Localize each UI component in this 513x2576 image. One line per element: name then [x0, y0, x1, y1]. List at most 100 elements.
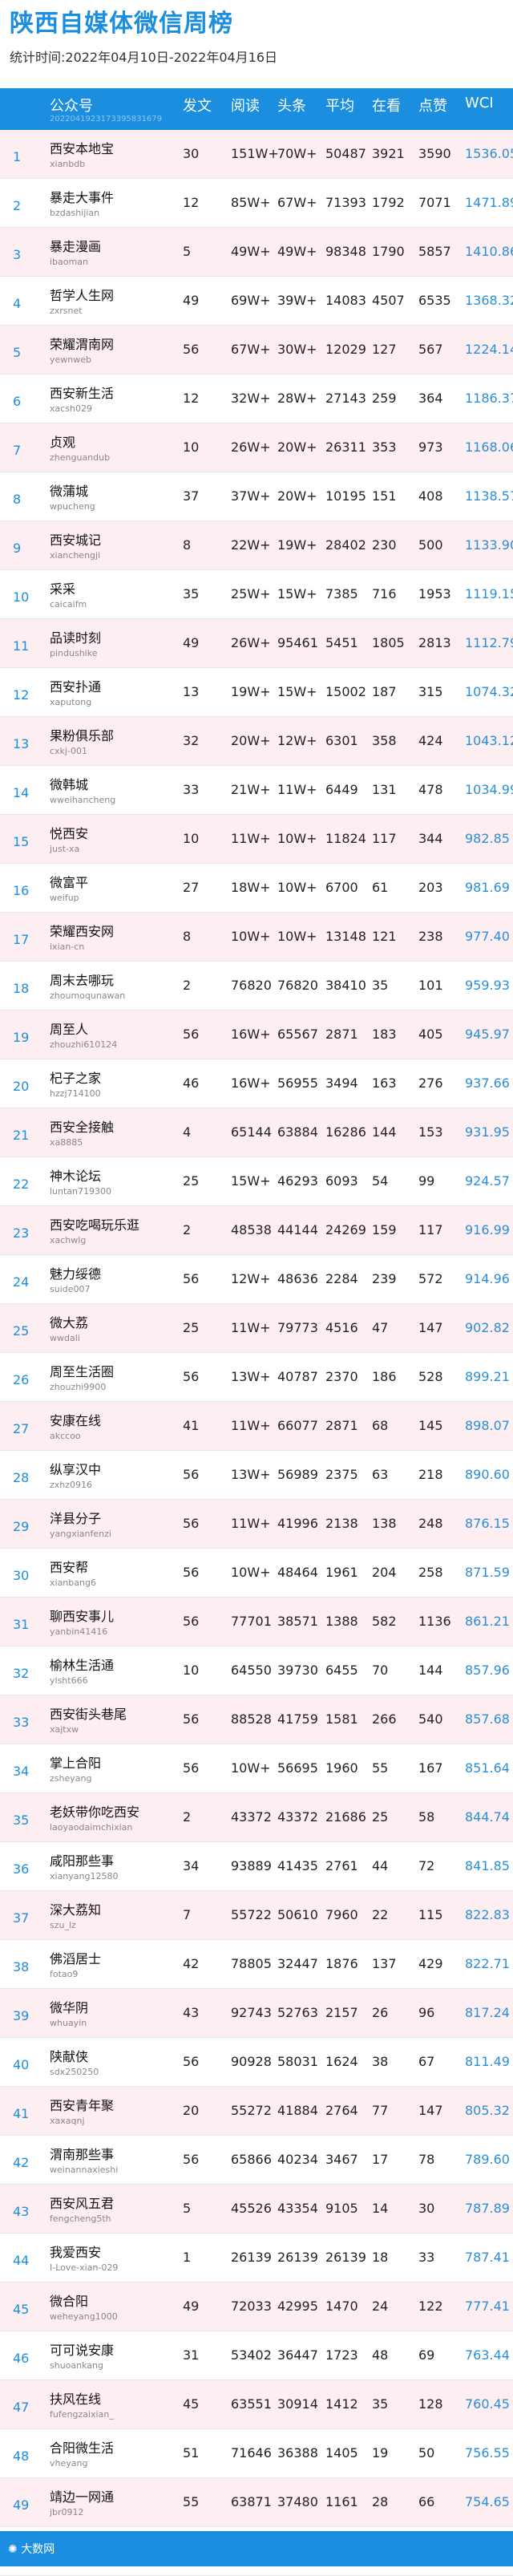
- average-cell: 15002: [325, 684, 366, 699]
- header-posts: 发文: [183, 98, 212, 115]
- rank-cell: 21: [13, 1128, 30, 1143]
- reads-cell: 43372: [231, 1809, 272, 1825]
- reads-cell: 72033: [231, 2299, 272, 2314]
- average-cell: 11824: [325, 831, 366, 846]
- reads-cell: 45526: [231, 2201, 272, 2216]
- headline-cell: 46293: [277, 1173, 318, 1189]
- table-body: 1 西安本地宝 xianbdb 30 151W+ 70W+ 50487 3921 3590 153…: [0, 130, 513, 2576]
- account-name: 我爱西安: [50, 2245, 102, 2260]
- watching-cell: 70: [372, 1663, 389, 1678]
- likes-cell: 122: [418, 2299, 443, 2314]
- rank-cell: 32: [13, 1666, 30, 1681]
- watching-cell: 138: [372, 1516, 397, 1531]
- rank-cell: 8: [13, 492, 22, 507]
- likes-cell: 115: [418, 1907, 443, 1922]
- reads-cell: 10W+: [231, 1565, 271, 1580]
- reads-cell: 90928: [231, 2054, 272, 2069]
- posts-cell: 32: [183, 733, 200, 748]
- likes-cell: 5857: [418, 244, 451, 259]
- headline-cell: 19W+: [277, 537, 317, 553]
- rank-cell: 23: [13, 1225, 30, 1241]
- reads-cell: 65866: [231, 2152, 272, 2167]
- account-name: 微韩城: [50, 777, 89, 792]
- average-cell: 6449: [325, 782, 358, 797]
- headline-cell: 15W+: [277, 684, 317, 699]
- watching-cell: 358: [372, 733, 397, 748]
- headline-cell: 44144: [277, 1222, 318, 1237]
- average-cell: 98348: [325, 244, 366, 259]
- account-id: xianyang12580: [50, 1871, 119, 1881]
- average-cell: 3467: [325, 2152, 358, 2167]
- wci-cell: 844.74: [465, 1809, 510, 1825]
- account-name: 西安街头巷尾: [50, 1707, 127, 1722]
- likes-cell: 276: [418, 1075, 443, 1091]
- likes-cell: 238: [418, 929, 443, 944]
- table-row: 46 可可说安康 shuoankang 31 53402 36447 1723 48 69 763…: [0, 2331, 513, 2380]
- reads-cell: 15W+: [231, 1173, 271, 1189]
- watching-cell: 716: [372, 586, 397, 601]
- rank-cell: 2: [13, 198, 22, 213]
- table-row: 5 荣耀渭南网 yewnweb 56 67W+ 30W+ 12029 127 567 1224.1…: [0, 326, 513, 375]
- likes-cell: 218: [418, 1467, 443, 1482]
- rank-cell: 15: [13, 834, 30, 849]
- table-row: 40 陕献侠 sdx250250 56 90928 58031 1624 38 67 811.49: [0, 2038, 513, 2087]
- rank-cell: 37: [13, 1910, 30, 1926]
- wci-cell: 890.60: [465, 1467, 510, 1482]
- table-row: 44 我爱西安 I-Love-xian-029 1 26139 26139 26139 18 3…: [0, 2234, 513, 2282]
- headline-cell: 26139: [277, 2250, 318, 2265]
- reads-cell: 93889: [231, 1858, 272, 1873]
- reads-cell: 22W+: [231, 537, 271, 553]
- account-id: ibaoman: [50, 257, 88, 267]
- table-row: 21 西安全接触 xa8885 4 65144 63884 16286 144 153 931.9…: [0, 1108, 513, 1157]
- reads-cell: 92743: [231, 2005, 272, 2020]
- table-row: 7 贞观 zhenguandub 10 26W+ 20W+ 26311 353 973 1168.…: [0, 423, 513, 472]
- likes-cell: 72: [418, 1858, 435, 1873]
- account-id: suide007: [50, 1284, 91, 1294]
- reads-cell: 48538: [231, 1222, 272, 1237]
- average-cell: 1624: [325, 2054, 358, 2069]
- headline-cell: 38571: [277, 1614, 318, 1629]
- account-id: weheyang1000: [50, 2311, 118, 2322]
- wci-cell: 924.57: [465, 1173, 510, 1189]
- account-name: 果粉俱乐部: [50, 728, 115, 743]
- watching-cell: 38: [372, 2054, 389, 2069]
- account-id: zsheyang: [50, 1773, 92, 1784]
- likes-cell: 572: [418, 1271, 443, 1286]
- wci-cell: 787.41: [465, 2250, 510, 2265]
- watching-cell: 18: [372, 2250, 389, 2265]
- watching-cell: 22: [372, 1907, 389, 1922]
- average-cell: 7960: [325, 1907, 358, 1922]
- average-cell: 2871: [325, 1418, 358, 1433]
- rank-cell: 33: [13, 1715, 30, 1730]
- account-id: caicaifm: [50, 599, 87, 610]
- wci-cell: 982.85: [465, 831, 510, 846]
- wci-cell: 857.68: [465, 1711, 510, 1727]
- account-id: jbr0912: [50, 2507, 84, 2517]
- average-cell: 71393: [325, 195, 366, 210]
- account-name: 咸阳那些事: [50, 1853, 115, 1869]
- reads-cell: 78805: [231, 1956, 272, 1971]
- logo-text: 大数网: [21, 2543, 55, 2556]
- account-name: 悦西安: [50, 826, 89, 841]
- reads-cell: 55722: [231, 1907, 272, 1922]
- account-id: yewnweb: [50, 354, 91, 365]
- likes-cell: 500: [418, 537, 443, 553]
- likes-cell: 567: [418, 342, 443, 357]
- headline-cell: 40787: [277, 1369, 318, 1384]
- account-name: 荣耀渭南网: [50, 337, 115, 352]
- rank-cell: 30: [13, 1568, 30, 1583]
- posts-cell: 41: [183, 1418, 200, 1433]
- rank-cell: 38: [13, 1959, 30, 1975]
- account-id: cxkj-001: [50, 746, 87, 756]
- likes-cell: 3590: [418, 146, 451, 161]
- account-id: zhouzhi610124: [50, 1039, 118, 1050]
- wci-cell: 898.07: [465, 1418, 510, 1433]
- likes-cell: 128: [418, 2396, 443, 2412]
- average-cell: 1412: [325, 2396, 358, 2412]
- posts-cell: 49: [183, 635, 200, 650]
- account-name: 微华阴: [50, 2000, 89, 2015]
- headline-cell: 70W+: [277, 146, 317, 161]
- watching-cell: 35: [372, 978, 389, 993]
- table-header: 公众号 发文 阅读 头条 平均 在看 点赞 WCI 20220419231733…: [0, 88, 513, 130]
- reads-cell: 10W+: [231, 929, 271, 944]
